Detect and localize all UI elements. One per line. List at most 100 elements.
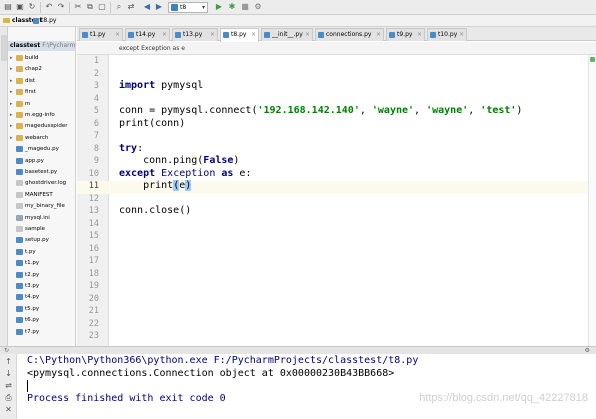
tab-label: t10.py: [438, 31, 458, 38]
keyword-import: import: [119, 80, 156, 91]
chevron-right-icon[interactable]: ▸: [10, 87, 13, 97]
tree-item-build[interactable]: ▸ build: [8, 53, 75, 63]
tree-item-ghostdriver-log[interactable]: ghostdriver.log: [8, 178, 75, 188]
redo-icon[interactable]: ↷: [56, 2, 66, 12]
tree-item-magedusspider[interactable]: ▸ magedusspider: [8, 121, 75, 131]
tab-connections-py[interactable]: connections.py ×: [315, 28, 384, 41]
chevron-right-icon[interactable]: ▸: [10, 99, 13, 109]
close-icon[interactable]: ×: [251, 29, 256, 41]
replace-icon[interactable]: ⇄: [126, 2, 136, 12]
undo-icon[interactable]: ↶: [44, 2, 54, 12]
chevron-right-icon[interactable]: ▸: [10, 133, 13, 143]
toolbar-divider: [69, 2, 70, 13]
tab-t8-py[interactable]: t8.py ×: [220, 28, 259, 42]
paste-icon[interactable]: ▢: [97, 2, 107, 12]
tree-item-t6-py[interactable]: t6.py: [8, 315, 75, 325]
chevron-right-icon[interactable]: ▸: [10, 53, 13, 63]
toolbar-divider: [110, 2, 111, 13]
python-file-icon: [264, 32, 270, 38]
close-icon[interactable]: ×: [417, 29, 422, 41]
run-icon[interactable]: ▶: [214, 2, 224, 12]
soft-wrap-icon[interactable]: ⇌: [4, 381, 13, 390]
line-number: 8: [93, 143, 99, 154]
tree-item--magedu-py[interactable]: _magedu.py: [8, 144, 75, 154]
tree-item-manifest[interactable]: MANIFEST: [8, 190, 75, 200]
tab-t14-py[interactable]: t14.py ×: [125, 28, 170, 41]
chevron-right-icon[interactable]: ▸: [10, 110, 13, 120]
code-area[interactable]: import pymysql conn = pymysql.connect('1…: [119, 55, 589, 216]
close-icon[interactable]: ×: [305, 29, 310, 41]
tree-item-m-egg-info[interactable]: ▸ m.egg-info: [8, 110, 75, 120]
tree-item-mysql-ini[interactable]: mysql.ini: [8, 213, 75, 223]
scroll-down-icon[interactable]: ↓: [4, 369, 13, 378]
tab-t10-py[interactable]: t10.py ×: [427, 28, 467, 41]
tree-item-label: chap2: [25, 66, 42, 73]
close-icon[interactable]: ×: [210, 29, 215, 41]
tree-item-m[interactable]: ▸ m: [8, 99, 75, 109]
clear-icon[interactable]: ✕: [4, 405, 13, 414]
close-icon[interactable]: ×: [162, 29, 167, 41]
chevron-right-icon[interactable]: ▸: [10, 64, 13, 74]
tab-init-py[interactable]: __init__.py ×: [261, 28, 313, 41]
print-icon[interactable]: ⎙: [4, 393, 13, 402]
tree-item-app-py[interactable]: app.py: [8, 156, 75, 166]
tree-item-t7-py[interactable]: t7.py: [8, 327, 75, 337]
left-tool-strip: [0, 27, 8, 354]
tree-item-dist[interactable]: ▸ dist: [8, 76, 75, 86]
folder-open-icon[interactable]: ▤: [3, 2, 13, 12]
build-icon[interactable]: ⚙: [253, 2, 263, 12]
close-icon[interactable]: ×: [459, 29, 464, 41]
tree-item-t5-py[interactable]: t5.py: [8, 304, 75, 314]
breadcrumb-file[interactable]: t8.py: [33, 15, 56, 26]
rerun-arrow-up-icon[interactable]: ↑: [4, 357, 13, 366]
keyword-false: False: [203, 155, 234, 166]
tree-item-chap2[interactable]: ▸ chap2: [8, 64, 75, 74]
tree-item-t-py[interactable]: t.py: [8, 247, 75, 257]
find-icon[interactable]: ⌕: [114, 2, 124, 12]
tree-item-webarch[interactable]: ▸ webarch: [8, 133, 75, 143]
navigation-bar: classtest › t8.py: [0, 15, 596, 27]
tab-t9-py[interactable]: t9.py ×: [386, 28, 425, 41]
chevron-right-icon[interactable]: ▸: [10, 121, 13, 131]
stop-icon[interactable]: ■: [240, 2, 250, 12]
python-file-icon: [16, 283, 23, 289]
code-comma: ,: [359, 105, 372, 116]
tab-label: t1.py: [90, 31, 106, 38]
forward-icon[interactable]: ▶: [154, 2, 164, 12]
python-file-icon: [33, 17, 39, 24]
tree-item-t2-py[interactable]: t2.py: [8, 270, 75, 280]
close-icon[interactable]: ×: [115, 29, 120, 41]
tab-label: __init__.py: [272, 31, 303, 38]
chevron-right-icon[interactable]: ▸: [10, 76, 13, 86]
line-number: 6: [93, 118, 99, 129]
scope-breadcrumb[interactable]: except Exception as e: [77, 42, 596, 55]
tree-item-t1-py[interactable]: t1.py: [8, 258, 75, 268]
tree-item-first[interactable]: ▸ first: [8, 87, 75, 97]
tree-item-sample[interactable]: sample: [8, 224, 75, 234]
tree-item-basetest-py[interactable]: basetest.py: [8, 167, 75, 177]
code-editor[interactable]: 1 2 3 4 5 6 7 8 9 10 11 12 13 14 15 16 17 18 19 20 21 22 23 im…: [77, 55, 596, 346]
sync-icon[interactable]: ↻: [27, 2, 37, 12]
project-tool-button[interactable]: [1, 35, 7, 61]
tab-t1-py[interactable]: t1.py ×: [79, 28, 123, 41]
project-root[interactable]: classtest F:\Pycharm: [8, 41, 75, 51]
tree-item-setup-py[interactable]: setup.py: [8, 235, 75, 245]
tree-item-my-binary-file[interactable]: my_binary_file: [8, 201, 75, 211]
tree-item-label: setup.py: [25, 237, 49, 244]
tree-item-t4-py[interactable]: t4.py: [8, 292, 75, 302]
debug-icon[interactable]: ✱: [227, 2, 237, 12]
cut-icon[interactable]: ✂: [73, 2, 83, 12]
save-icon[interactable]: ▣: [15, 2, 25, 12]
tree-item-label: webarch: [25, 134, 49, 141]
error-stripe[interactable]: [588, 55, 596, 346]
back-icon[interactable]: ◀: [142, 2, 152, 12]
close-icon[interactable]: ×: [376, 29, 381, 41]
run-configuration-select[interactable]: t8 ▾: [168, 2, 208, 13]
tree-item-t3-py[interactable]: t3.py: [8, 281, 75, 291]
python-file-icon: [16, 317, 23, 324]
run-config-label: t8: [180, 4, 187, 11]
copy-icon[interactable]: ⧉: [85, 2, 95, 12]
run-console[interactable]: C:\Python\Python366\python.exe F:/Pychar…: [17, 354, 596, 419]
tab-t13-py[interactable]: t13.py ×: [172, 28, 218, 41]
tree-item-label: m.egg-info: [25, 112, 55, 118]
